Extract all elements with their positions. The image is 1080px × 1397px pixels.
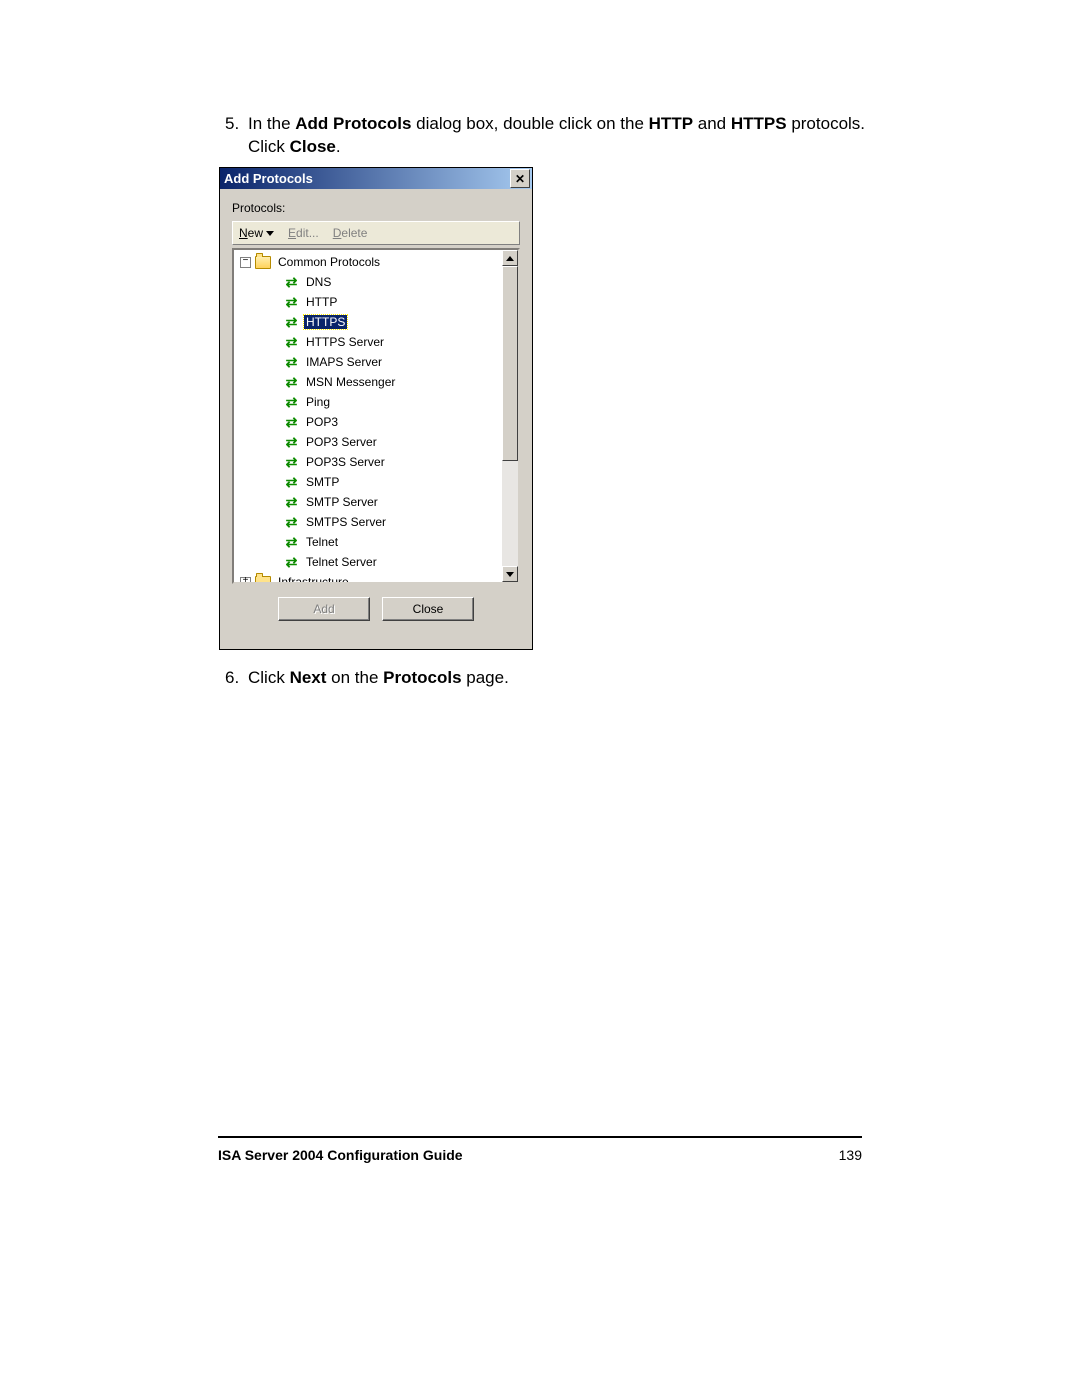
- protocol-label: MSN Messenger: [304, 375, 397, 389]
- step5-text: In the Add Protocols dialog box, double …: [248, 113, 868, 159]
- protocol-icon: ⇄: [284, 455, 299, 469]
- protocol-label: Telnet: [304, 535, 340, 549]
- protocol-item[interactable]: ⇄ SMTPS Server: [234, 512, 518, 532]
- protocol-label: POP3: [304, 415, 340, 429]
- dialog-title: Add Protocols: [224, 171, 313, 186]
- protocol-item[interactable]: ⇄ HTTPS Server: [234, 332, 518, 352]
- close-icon[interactable]: ✕: [510, 169, 530, 188]
- protocol-tree[interactable]: − Common Protocols ⇄ DNS ⇄ HTTP ⇄ HTTPS ⇄ HTTPS…: [232, 248, 520, 584]
- scroll-down-button[interactable]: [502, 566, 518, 582]
- protocol-item[interactable]: ⇄ SMTP: [234, 472, 518, 492]
- scroll-up-button[interactable]: [502, 250, 518, 266]
- protocol-icon: ⇄: [284, 395, 299, 409]
- protocol-item[interactable]: ⇄ Ping: [234, 392, 518, 412]
- protocol-label: HTTPS Server: [304, 335, 386, 349]
- tree-category[interactable]: + Infrastructure: [234, 572, 518, 584]
- protocol-icon: ⇄: [284, 295, 299, 309]
- protocol-icon: ⇄: [284, 375, 299, 389]
- expand-icon[interactable]: +: [240, 577, 251, 585]
- toolbar: New Edit... Delete: [232, 221, 520, 245]
- folder-icon: [255, 576, 271, 585]
- delete-menu: Delete: [333, 226, 368, 240]
- edit-menu: Edit...: [288, 226, 319, 240]
- protocols-label: Protocols:: [232, 201, 520, 215]
- arrow-up-icon: [506, 256, 514, 261]
- protocol-label: SMTP Server: [304, 495, 380, 509]
- step6-text: Click Next on the Protocols page.: [248, 667, 868, 690]
- protocol-item[interactable]: ⇄ IMAPS Server: [234, 352, 518, 372]
- protocol-icon: ⇄: [284, 275, 299, 289]
- new-menu[interactable]: New: [239, 226, 274, 240]
- protocol-label: Telnet Server: [304, 555, 379, 569]
- protocol-item[interactable]: ⇄ HTTPS: [234, 312, 518, 332]
- add-protocols-dialog: Add Protocols ✕ Protocols: New Edit... D…: [219, 167, 533, 650]
- protocol-label: POP3S Server: [304, 455, 387, 469]
- protocol-icon: ⇄: [284, 315, 299, 329]
- protocol-icon: ⇄: [284, 535, 299, 549]
- protocol-icon: ⇄: [284, 435, 299, 449]
- protocol-icon: ⇄: [284, 355, 299, 369]
- footer-rule: [218, 1136, 862, 1138]
- step5-number: 5.: [225, 113, 239, 136]
- collapse-icon[interactable]: −: [240, 257, 251, 268]
- protocol-item[interactable]: ⇄ Telnet: [234, 532, 518, 552]
- protocol-label: HTTP: [304, 295, 339, 309]
- protocol-icon: ⇄: [284, 475, 299, 489]
- protocol-icon: ⇄: [284, 415, 299, 429]
- protocol-label: IMAPS Server: [304, 355, 384, 369]
- protocol-item[interactable]: ⇄ MSN Messenger: [234, 372, 518, 392]
- folder-open-icon: [255, 256, 271, 269]
- protocol-item[interactable]: ⇄ POP3: [234, 412, 518, 432]
- protocol-item[interactable]: ⇄ SMTP Server: [234, 492, 518, 512]
- protocol-icon: ⇄: [284, 335, 299, 349]
- protocol-label: HTTPS: [304, 315, 347, 329]
- scroll-thumb[interactable]: [502, 266, 518, 461]
- protocol-item[interactable]: ⇄ POP3S Server: [234, 452, 518, 472]
- protocol-label: Ping: [304, 395, 332, 409]
- protocol-item[interactable]: ⇄ HTTP: [234, 292, 518, 312]
- vertical-scrollbar[interactable]: [502, 250, 518, 582]
- add-button: Add: [278, 597, 370, 621]
- protocol-label: DNS: [304, 275, 333, 289]
- protocol-item[interactable]: ⇄ Telnet Server: [234, 552, 518, 572]
- protocol-icon: ⇄: [284, 515, 299, 529]
- page-number: 139: [839, 1147, 862, 1163]
- dialog-titlebar[interactable]: Add Protocols ✕: [220, 168, 532, 189]
- chevron-down-icon: [266, 231, 274, 236]
- arrow-down-icon: [506, 572, 514, 577]
- protocol-icon: ⇄: [284, 555, 299, 569]
- close-button[interactable]: Close: [382, 597, 474, 621]
- protocol-icon: ⇄: [284, 495, 299, 509]
- protocol-label: POP3 Server: [304, 435, 379, 449]
- protocol-label: SMTPS Server: [304, 515, 388, 529]
- tree-category[interactable]: − Common Protocols: [234, 252, 518, 272]
- protocol-item[interactable]: ⇄ DNS: [234, 272, 518, 292]
- footer-title: ISA Server 2004 Configuration Guide: [218, 1147, 463, 1163]
- protocol-item[interactable]: ⇄ POP3 Server: [234, 432, 518, 452]
- step6-number: 6.: [225, 667, 239, 690]
- protocol-label: SMTP: [304, 475, 341, 489]
